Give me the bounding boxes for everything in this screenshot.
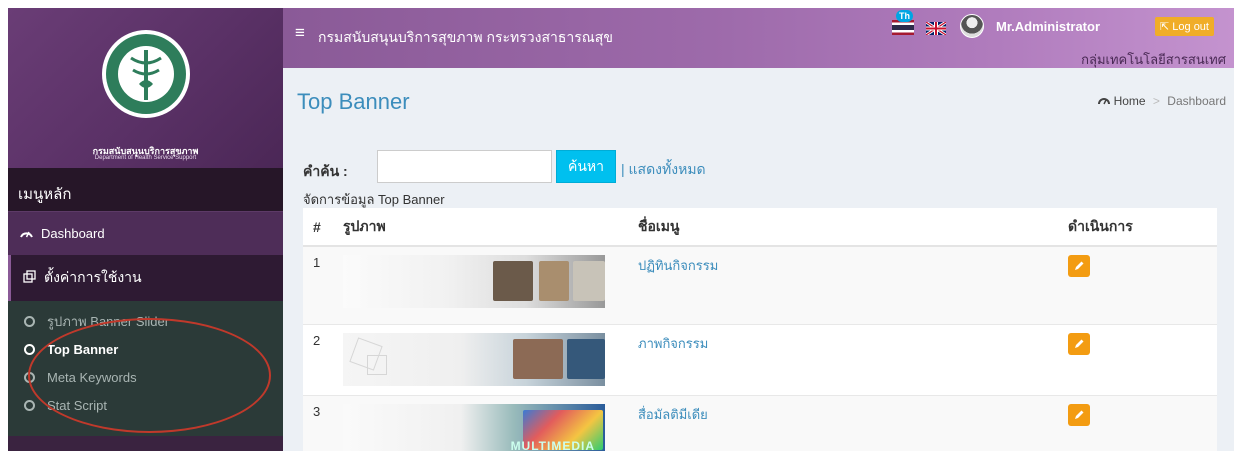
banner-thumbnail: [343, 255, 605, 308]
circle-icon: [24, 399, 35, 411]
pencil-icon: [1075, 339, 1084, 348]
table-row: 1 ปฏิทินกิจกรรม: [303, 245, 1217, 324]
language-badge: Th: [896, 10, 913, 22]
circle-icon: [24, 315, 35, 327]
row-image-cell: [333, 323, 628, 395]
submenu-label: Stat Script: [47, 397, 107, 413]
dashboard-icon: [1098, 94, 1113, 108]
search-label: คำค้น :: [303, 163, 348, 179]
sidebar-item-label: ตั้งค่าการใช้งาน: [44, 269, 142, 285]
submenu-label: Top Banner: [47, 341, 119, 357]
breadcrumb-current: Dashboard: [1167, 94, 1226, 108]
menu-name-link[interactable]: สื่อมัลติมีเดีย: [638, 407, 708, 422]
department-name: กลุ่มเทคโนโลยีสารสนเทศ: [1081, 52, 1226, 67]
photo-block: [573, 261, 605, 301]
banner-thumbnail: MULTIMEDIA: [343, 403, 605, 451]
banner-table: # รูปภาพ ชื่อเมนู ดำเนินการ 1 ปฏิทินกิจก…: [303, 208, 1217, 451]
sidebar: กรมสนับสนุนบริการสุขภาพ Department of He…: [8, 8, 283, 451]
sidebar-item-dashboard[interactable]: Dashboard: [8, 211, 283, 255]
submenu-item-stat-script[interactable]: Stat Script: [8, 391, 283, 419]
photo-block: [567, 338, 605, 379]
ministry-seal-logo: [102, 30, 190, 118]
row-actions-cell: [1058, 245, 1217, 324]
main-content: Top Banner Home > Dashboard คำค้น : ค้นห…: [283, 68, 1234, 451]
pencil-icon: [1075, 261, 1084, 270]
table-header-row: # รูปภาพ ชื่อเมนู ดำเนินการ: [303, 208, 1217, 247]
column-header-actions: ดำเนินการ: [1058, 208, 1217, 247]
row-number: 1: [303, 245, 333, 324]
pencil-icon: [1075, 410, 1084, 419]
breadcrumb-home-link[interactable]: Home: [1114, 94, 1146, 108]
menu-name-link[interactable]: ปฏิทินกิจกรรม: [638, 258, 718, 273]
sidebar-item-settings[interactable]: ตั้งค่าการใช้งาน: [8, 255, 283, 301]
row-actions-cell: [1058, 323, 1217, 395]
column-header-number: #: [303, 208, 333, 247]
page-title: Top Banner: [297, 89, 410, 114]
row-name-cell: ภาพกิจกรรม: [628, 323, 1058, 395]
search-input[interactable]: [377, 150, 552, 183]
logo-area[interactable]: กรมสนับสนุนบริการสุขภาพ Department of He…: [8, 8, 283, 168]
dashboard-icon: [20, 226, 33, 241]
decor-frame: [367, 354, 387, 375]
edit-button[interactable]: [1068, 332, 1090, 355]
photo-block: [493, 261, 533, 301]
search-button[interactable]: ค้นหา: [556, 150, 616, 183]
edit-button[interactable]: [1068, 255, 1090, 277]
banner-image-text: MULTIMEDIA: [510, 438, 595, 451]
submenu-item-banner-slider[interactable]: รูปภาพ Banner Slider: [8, 307, 283, 335]
circle-icon: [24, 371, 35, 383]
user-avatar[interactable]: [960, 14, 984, 38]
row-name-cell: ปฏิทินกิจกรรม: [628, 245, 1058, 324]
top-navbar: ≡ กรมสนับสนุนบริการสุขภาพ กระทรวงสาธารณส…: [283, 8, 1234, 68]
table-row: 3 MULTIMEDIA สื่อมัลติมีเดีย: [303, 394, 1217, 451]
row-number: 2: [303, 323, 333, 395]
hamburger-menu-icon[interactable]: ≡: [295, 23, 305, 43]
sidebar-item-label: Dashboard: [41, 226, 105, 241]
submenu-label: รูปภาพ Banner Slider: [47, 313, 170, 329]
logout-button[interactable]: ⇱ Log out: [1155, 17, 1214, 36]
breadcrumb: Home > Dashboard: [1098, 94, 1226, 108]
copy-icon: [23, 270, 36, 286]
org-title: กรมสนับสนุนบริการสุขภาพ กระทรวงสาธารณสุข: [318, 29, 613, 45]
breadcrumb-separator: >: [1152, 94, 1160, 108]
row-number: 3: [303, 394, 333, 451]
show-all-link[interactable]: | แสดงทั้งหมด: [621, 159, 706, 181]
thai-flag-icon[interactable]: Th: [892, 10, 914, 35]
table-row: 2 ภาพกิจกรรม: [303, 323, 1217, 395]
uk-flag-icon[interactable]: [925, 20, 947, 37]
circle-icon: [24, 343, 35, 355]
banner-thumbnail: [343, 332, 605, 386]
row-name-cell: สื่อมัลติมีเดีย: [628, 394, 1058, 451]
submenu-item-top-banner[interactable]: Top Banner: [8, 335, 283, 363]
submenu-item-meta-keywords[interactable]: Meta Keywords: [8, 363, 283, 391]
column-header-image: รูปภาพ: [333, 208, 628, 247]
column-header-menu-name: ชื่อเมนู: [628, 208, 1058, 247]
logout-label: Log out: [1172, 21, 1209, 33]
row-image-cell: MULTIMEDIA: [333, 394, 628, 451]
photo-block: [513, 338, 563, 379]
logout-icon: ⇱: [1160, 21, 1173, 33]
photo-block: [539, 261, 569, 301]
table-caption: จัดการข้อมูล Top Banner: [303, 192, 445, 207]
main-menu-header: เมนูหลัก: [8, 168, 283, 211]
row-actions-cell: [1058, 394, 1217, 451]
user-name[interactable]: Mr.Administrator: [996, 19, 1100, 34]
settings-submenu: รูปภาพ Banner Slider Top Banner Meta Key…: [8, 301, 283, 436]
edit-button[interactable]: [1068, 403, 1090, 426]
menu-name-link[interactable]: ภาพกิจกรรม: [638, 336, 708, 351]
submenu-label: Meta Keywords: [47, 369, 137, 385]
row-image-cell: [333, 245, 628, 324]
logo-english-name: Department of Health Service Support: [94, 155, 197, 161]
